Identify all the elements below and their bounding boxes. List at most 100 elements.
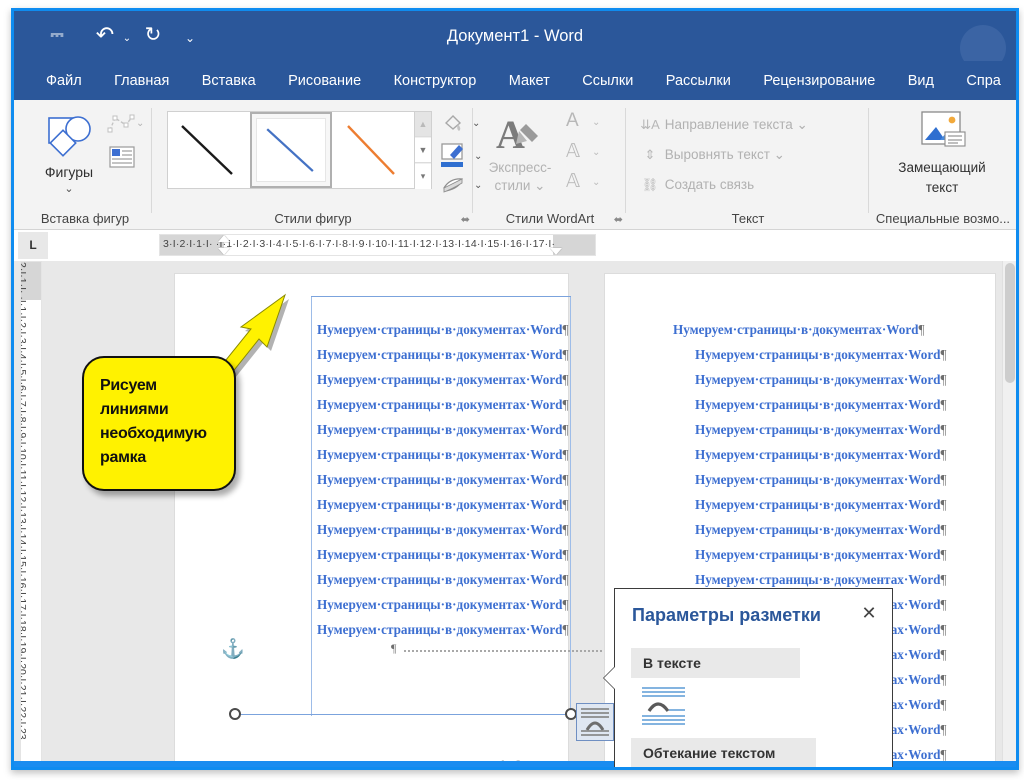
shapes-button[interactable]: Фигуры ⌄ bbox=[36, 112, 102, 196]
scrollbar-thumb[interactable] bbox=[1005, 263, 1015, 383]
edit-shape-icon[interactable] bbox=[106, 112, 136, 138]
document-text: Нумеруем·страницы·в·документах·Word bbox=[695, 497, 941, 512]
align-text-button[interactable]: ⇕ Выровнять текст ⌄ bbox=[639, 142, 785, 168]
tab-references[interactable]: Ссылки bbox=[568, 61, 647, 100]
document-text-line: Нумеруем·страницы·в·документах·Word¶ bbox=[695, 522, 947, 538]
shape-styles-dialog-launcher[interactable]: ⬌ bbox=[461, 213, 470, 226]
dotted-rule bbox=[404, 650, 626, 652]
layout-options-button[interactable] bbox=[576, 703, 614, 741]
document-text: Нумеруем·страницы·в·документах·Word bbox=[317, 497, 563, 512]
document-text: Нумеруем·страницы·в·документах·Word bbox=[317, 397, 563, 412]
text-fill-caret-icon[interactable]: ⌄ bbox=[592, 117, 600, 128]
vertical-ruler-wrap: 2·I·1·I· ·I·1·I·2·I·3·I·4·I·5·I·6·I·7·I·… bbox=[14, 261, 48, 767]
vertical-ruler-ticks: 2·I·1·I· ·I·1·I·2·I·3·I·4·I·5·I·6·I·7·I·… bbox=[20, 262, 28, 740]
document-text-line: Нумеруем·страницы·в·документах·Word¶ bbox=[673, 322, 925, 338]
paragraph-mark: ¶ bbox=[940, 372, 947, 387]
shape-styles-gallery[interactable] bbox=[167, 111, 415, 189]
section-text-wrapping[interactable]: Обтекание текстом bbox=[631, 738, 816, 767]
layout-options-panel[interactable]: Параметры разметки ✕ В тексте Обтекание … bbox=[603, 588, 893, 767]
tab-review[interactable]: Рецензирование bbox=[749, 61, 889, 100]
tab-home[interactable]: Главная bbox=[100, 61, 183, 100]
scroll-down-icon[interactable]: ▼ bbox=[415, 138, 431, 163]
paragraph-mark: ¶ bbox=[562, 572, 569, 587]
tab-help[interactable]: Спра bbox=[952, 61, 1014, 100]
document-text-line: Нумеруем·страницы·в·документах·Word¶ bbox=[317, 497, 569, 513]
text-effects-icon[interactable]: 𝔸 bbox=[566, 170, 580, 193]
text-direction-button[interactable]: ⇊A Направление текста ⌄ bbox=[639, 112, 808, 138]
document-text: Нумеруем·страницы·в·документах·Word bbox=[317, 472, 563, 487]
right-indent-marker[interactable] bbox=[550, 248, 562, 255]
text-direction-icon: ⇊A bbox=[640, 117, 660, 132]
shape-line-top[interactable] bbox=[311, 296, 571, 297]
hanging-indent-marker[interactable] bbox=[218, 248, 230, 255]
group-label-accessibility: Специальные возмо... bbox=[875, 211, 1011, 226]
paragraph-mark: ¶ bbox=[940, 572, 947, 587]
tab-file[interactable]: Файл bbox=[32, 61, 96, 100]
scroll-up-icon[interactable]: ▲ bbox=[415, 112, 431, 137]
group-label-shape-styles: Стили фигур bbox=[274, 211, 352, 226]
create-link-button[interactable]: ⛓ Создать связь bbox=[639, 172, 754, 198]
tab-layout[interactable]: Макет bbox=[495, 61, 564, 100]
document-text-line: Нумеруем·страницы·в·документах·Word¶ bbox=[317, 472, 569, 488]
shape-style-orange[interactable] bbox=[332, 112, 414, 188]
chevron-down-icon[interactable]: ⌄ bbox=[36, 182, 102, 195]
gallery-scrollbar[interactable]: ▲ ▼ ▾ bbox=[415, 111, 432, 189]
document-text: Нумеруем·страницы·в·документах·Word bbox=[695, 422, 941, 437]
wordart-quick-styles-button[interactable]: A Экспресс- стили ⌄ bbox=[486, 110, 554, 200]
shape-effects-icon[interactable] bbox=[440, 174, 468, 196]
tab-mailings[interactable]: Рассылки bbox=[652, 61, 745, 100]
gallery-more-icon[interactable]: ▾ bbox=[415, 164, 431, 189]
chevron-down-icon[interactable]: ⌄ bbox=[136, 118, 144, 129]
paragraph-mark: ¶ bbox=[562, 547, 569, 562]
tab-insert[interactable]: Вставка bbox=[188, 61, 270, 100]
document-text-line: Нумеруем·страницы·в·документах·Word¶ bbox=[317, 547, 569, 563]
text-outline-caret-icon[interactable]: ⌄ bbox=[592, 147, 600, 158]
group-label-wordart-styles: Стили WordArt bbox=[505, 211, 595, 226]
document-text-line: Нумеруем·страницы·в·документах·Word¶ bbox=[317, 522, 569, 538]
group-accessibility: Замещающий текст Специальные возмо... bbox=[870, 100, 1016, 230]
wordart-dialog-launcher[interactable]: ⬌ bbox=[614, 213, 623, 226]
vertical-scrollbar[interactable] bbox=[1002, 261, 1016, 767]
draw-text-box-icon[interactable] bbox=[109, 146, 135, 168]
callout-note[interactable]: Рисуем линиями необходимую рамка bbox=[82, 356, 236, 491]
shape-handle-left[interactable] bbox=[229, 708, 241, 720]
document-text-line: Нумеруем·страницы·в·документах·Word¶ bbox=[695, 547, 947, 563]
wordart-icon: A bbox=[496, 112, 538, 157]
paragraph-mark: ¶ bbox=[940, 497, 947, 512]
wrap-option-in-line-with-text[interactable] bbox=[641, 685, 687, 727]
tab-design[interactable]: Конструктор bbox=[380, 61, 491, 100]
ruler-row: L 3·I·2·I·1·I· ·I·1·I·2·I·3·I·4·I·5·I·6·… bbox=[14, 231, 1016, 261]
shape-fill-icon[interactable] bbox=[440, 112, 466, 136]
close-icon[interactable]: ✕ bbox=[858, 603, 880, 625]
shape-line-bottom[interactable] bbox=[235, 714, 571, 715]
section-in-text[interactable]: В тексте bbox=[631, 648, 800, 678]
text-effects-caret-icon[interactable]: ⌄ bbox=[592, 177, 600, 188]
divider bbox=[472, 108, 473, 213]
document-text: Нумеруем·страницы·в·документах·Word bbox=[695, 372, 941, 387]
layout-options-title: Параметры разметки bbox=[632, 605, 821, 625]
divider bbox=[625, 108, 626, 213]
document-text: Нумеруем·страницы·в·документах·Word bbox=[317, 622, 563, 637]
tab-view[interactable]: Вид bbox=[894, 61, 948, 100]
text-outline-icon[interactable]: 𝔸 bbox=[566, 140, 580, 163]
horizontal-ruler[interactable]: 3·I·2·I·1·I· ·I·1·I·2·I·3·I·4·I·5·I·6·I·… bbox=[159, 234, 596, 256]
paragraph-mark: ¶ bbox=[562, 522, 569, 537]
paragraph-mark: ¶ bbox=[940, 347, 947, 362]
vertical-ruler[interactable]: 2·I·1·I· ·I·1·I·2·I·3·I·4·I·5·I·6·I·7·I·… bbox=[20, 261, 42, 767]
first-line-indent-marker[interactable] bbox=[218, 235, 230, 242]
shape-style-black[interactable] bbox=[168, 112, 250, 188]
tab-stop-selector[interactable]: L bbox=[18, 232, 48, 259]
tab-draw[interactable]: Рисование bbox=[274, 61, 375, 100]
document-text-line: Нумеруем·страницы·в·документах·Word¶ bbox=[317, 422, 569, 438]
document-text-line: Нумеруем·страницы·в·документах·Word¶ bbox=[317, 622, 569, 638]
document-text: Нумеруем·страницы·в·документах·Word bbox=[317, 347, 563, 362]
paragraph-mark: ¶ bbox=[940, 647, 947, 662]
document-text: Нумеруем·страницы·в·документах·Word bbox=[695, 572, 941, 587]
group-label-insert-shapes: Вставка фигур bbox=[40, 211, 130, 226]
anchor-icon: ⚓ bbox=[221, 639, 245, 660]
shape-style-blue[interactable] bbox=[250, 112, 332, 188]
text-fill-icon[interactable]: A bbox=[566, 110, 579, 132]
shape-outline-icon[interactable] bbox=[440, 142, 468, 170]
title-bar: ⎓ ↶ ⌄ ↻ ⌄ Документ1 - Word bbox=[14, 11, 1016, 71]
alt-text-button[interactable]: Замещающий текст bbox=[892, 110, 992, 200]
